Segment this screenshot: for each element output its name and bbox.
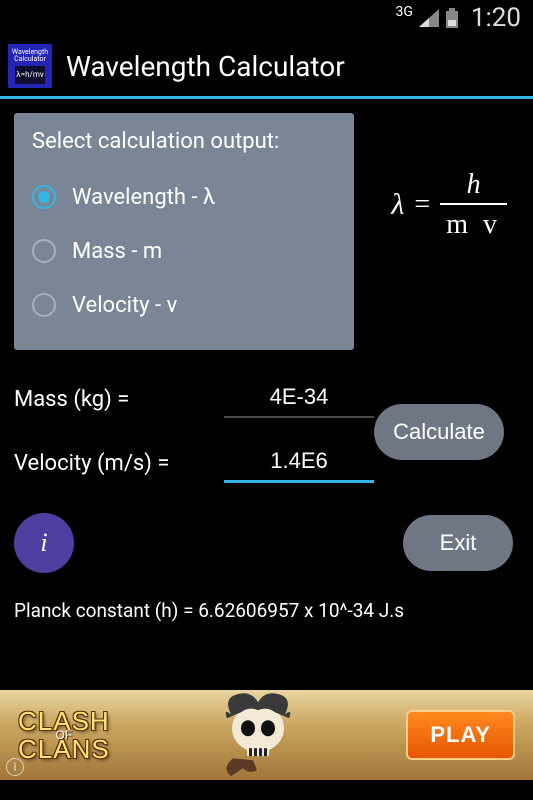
ad-play-button[interactable]: PLAY (406, 710, 515, 760)
formula-fraction: h m v (440, 169, 507, 241)
signal-icon (419, 9, 439, 27)
bottom-buttons: i Exit (14, 513, 519, 573)
exit-button[interactable]: Exit (403, 515, 513, 571)
velocity-input[interactable] (224, 444, 374, 483)
calculation-output-panel: Select calculation output: Wavelength - … (14, 113, 354, 350)
app-icon: Wavelength Calculator λ=h/mv (8, 44, 52, 88)
radio-wavelength[interactable]: Wavelength - λ (32, 170, 336, 224)
calculate-button[interactable]: Calculate (374, 404, 504, 460)
mass-input[interactable] (224, 380, 374, 418)
app-title: Wavelength Calculator (66, 50, 345, 83)
radio-label: Wavelength - λ (72, 185, 215, 210)
planck-constant-text: Planck constant (h) = 6.62606957 x 10^-3… (14, 599, 519, 622)
network-indicator: 3G (395, 4, 412, 20)
formula-display: λ = h m v (391, 169, 507, 241)
ad-info-icon[interactable]: i (6, 758, 24, 776)
android-status-bar: 3G 1:20 (0, 0, 533, 36)
velocity-label: Velocity (m/s) = (14, 451, 224, 476)
calculation-output-title: Select calculation output: (32, 129, 336, 154)
formula-eq: = (414, 189, 430, 221)
formula-lhs: λ (391, 188, 404, 222)
info-button[interactable]: i (14, 513, 74, 573)
app-title-bar: Wavelength Calculator λ=h/mv Wavelength … (0, 36, 533, 96)
formula-denominator: m v (440, 203, 507, 241)
radio-icon (32, 185, 56, 209)
radio-label: Mass - m (72, 239, 162, 264)
radio-label: Velocity - v (72, 293, 177, 318)
clock: 1:20 (471, 3, 521, 33)
main-content: Select calculation output: Wavelength - … (0, 99, 533, 622)
input-fields: Mass (kg) = Calculate Velocity (m/s) = (14, 380, 519, 483)
ad-logo: CLASH OF CLANS (18, 710, 110, 760)
ad-character-image (188, 690, 328, 780)
advertisement-banner[interactable]: i CLASH OF CLANS PLAY (0, 690, 533, 780)
mass-label: Mass (kg) = (14, 387, 224, 412)
radio-icon (32, 239, 56, 263)
radio-mass[interactable]: Mass - m (32, 224, 336, 278)
radio-icon (32, 293, 56, 317)
radio-velocity[interactable]: Velocity - v (32, 278, 336, 332)
formula-numerator: h (465, 169, 483, 203)
battery-icon (445, 8, 459, 28)
